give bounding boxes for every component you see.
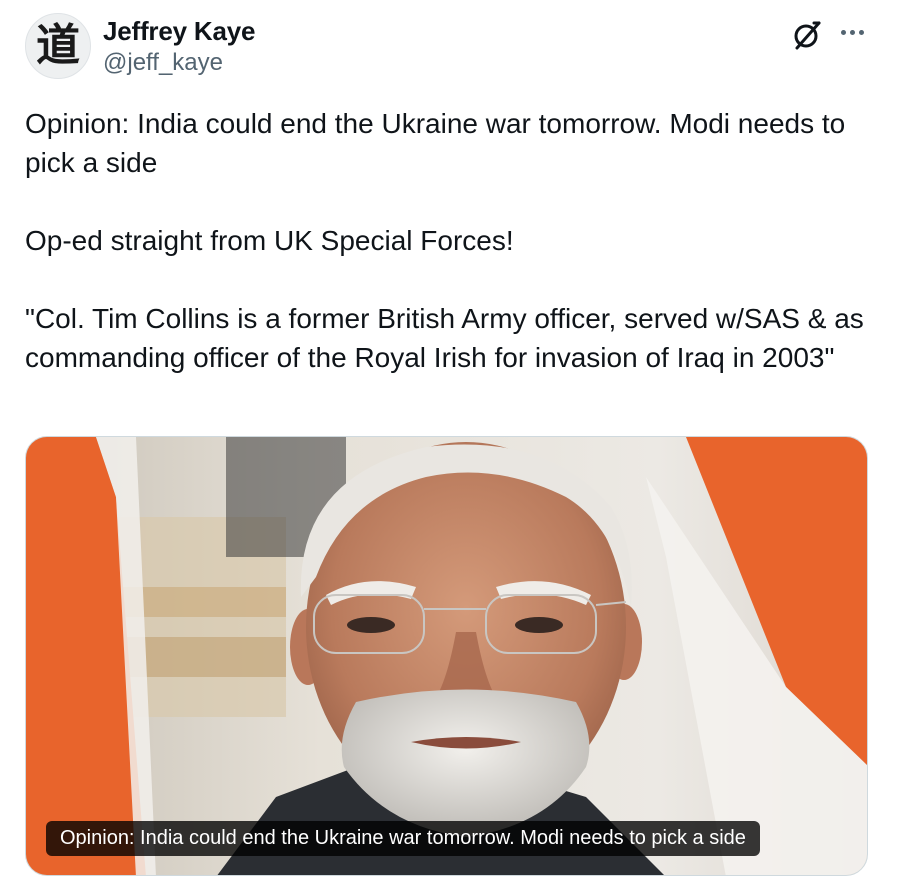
media-card[interactable]: Opinion: India could end the Ukraine war… [25, 436, 868, 876]
media-caption: Opinion: India could end the Ukraine war… [46, 821, 760, 856]
display-name[interactable]: Jeffrey Kaye [103, 16, 255, 47]
avatar[interactable]: 道 [25, 13, 91, 79]
tweet-text: Opinion: India could end the Ukraine war… [25, 104, 870, 377]
user-handle[interactable]: @jeff_kaye [103, 49, 223, 77]
grok-icon[interactable] [790, 18, 824, 52]
article-photo [26, 437, 867, 875]
tweet-card: 道 Jeffrey Kaye @jeff_kaye Opinion: India… [0, 0, 898, 889]
avatar-glyph: 道 [36, 20, 80, 71]
tweet-paragraph-quote: "Col. Tim Collins is a former British Ar… [25, 303, 864, 373]
more-dot-icon [858, 29, 864, 35]
tweet-paragraph-oped: Op-ed straight from UK Special Forces! [25, 225, 514, 256]
more-dot-icon [849, 29, 855, 35]
more-options-icon[interactable] [836, 16, 868, 48]
more-dot-icon [840, 29, 846, 35]
tweet-paragraph-headline: Opinion: India could end the Ukraine war… [25, 108, 846, 178]
